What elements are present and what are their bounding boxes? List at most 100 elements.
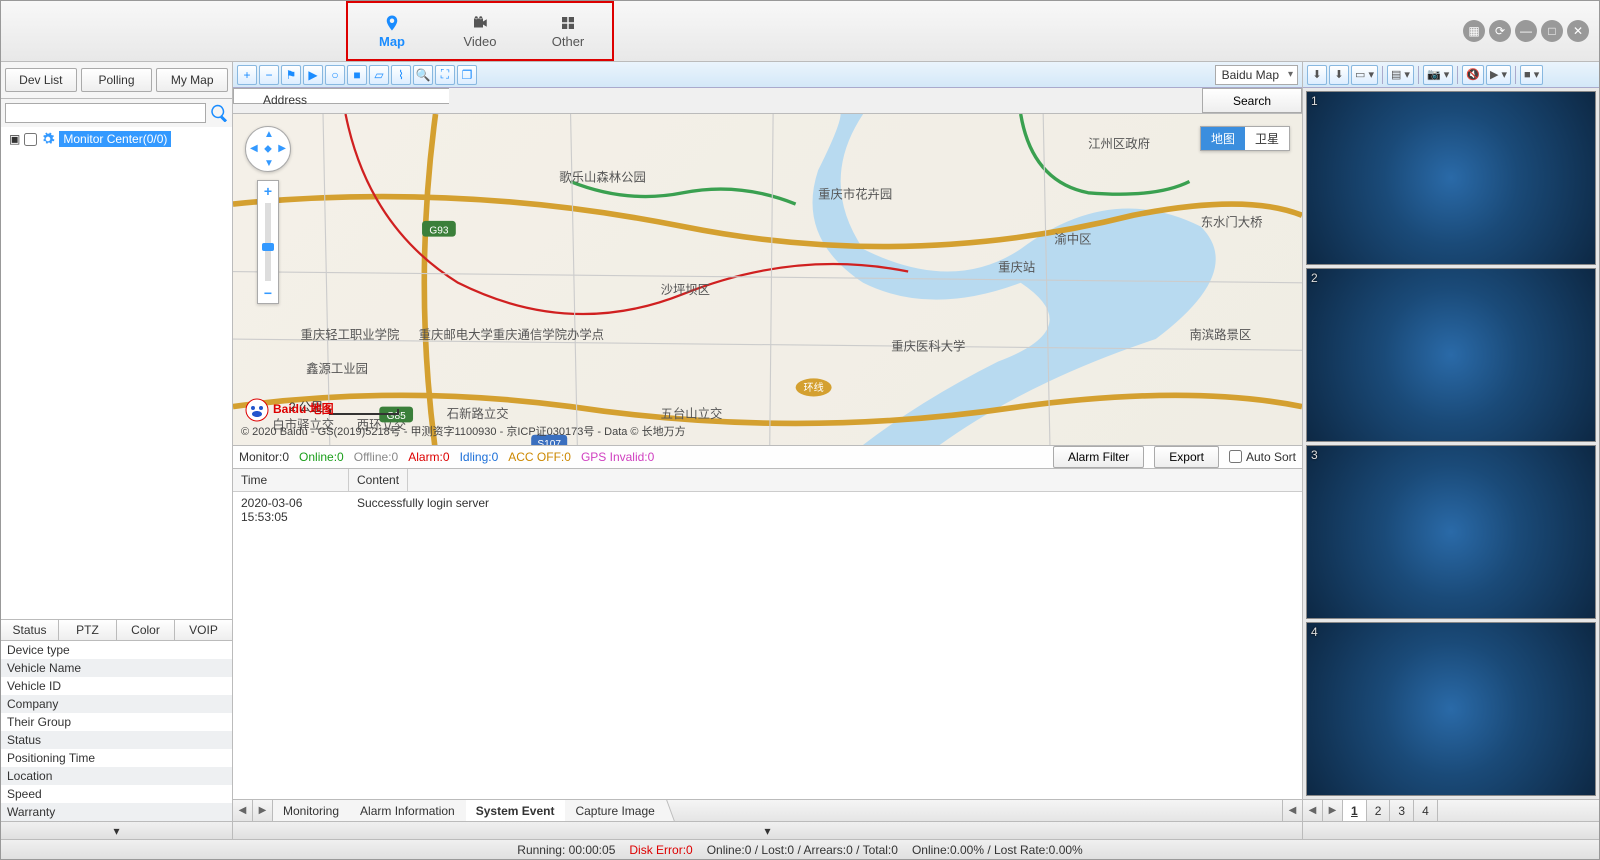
maximize-icon[interactable]: □	[1541, 20, 1563, 42]
bottom-tabs: ◀ ▶ Monitoring Alarm Information System …	[233, 799, 1302, 821]
map-type-switch: 地图 卫星	[1200, 126, 1290, 151]
proptab-voip[interactable]: VOIP	[175, 620, 232, 640]
video-cell-2[interactable]: 2	[1306, 268, 1596, 442]
status-rate: Online:0.00% / Lost Rate:0.00%	[912, 843, 1083, 857]
vid-down2-icon[interactable]: ⬇	[1329, 65, 1349, 85]
gear-icon	[41, 132, 55, 146]
search-button[interactable]: Search	[1202, 88, 1302, 113]
tool-polygon-icon[interactable]: ▱	[369, 65, 389, 85]
vid-camera-icon[interactable]: 📷 ▾	[1423, 65, 1453, 85]
vid-layout-icon[interactable]: ▤ ▾	[1387, 65, 1414, 85]
tab-system-event[interactable]: System Event	[466, 800, 566, 821]
device-tree[interactable]: ▣ Monitor Center(0/0)	[1, 127, 232, 619]
prop-row: Status	[1, 731, 232, 749]
tab-monitoring[interactable]: Monitoring	[273, 800, 350, 821]
tree-root-label: Monitor Center(0/0)	[59, 131, 171, 147]
tool-fullscreen-icon[interactable]: ⛶	[435, 65, 455, 85]
pan-up-icon[interactable]: ▲	[264, 129, 274, 140]
device-search-input[interactable]	[5, 103, 206, 123]
status-online-lost: Online:0 / Lost:0 / Arrears:0 / Total:0	[707, 843, 898, 857]
svg-text:南滨路景区: 南滨路景区	[1189, 327, 1251, 342]
vid-play-icon[interactable]: ▶ ▾	[1486, 65, 1511, 85]
vtabs-scroll-right-icon[interactable]: ▶	[1323, 800, 1343, 821]
tab-video[interactable]: Video	[436, 3, 524, 59]
tree-root-node[interactable]: ▣ Monitor Center(0/0)	[9, 131, 224, 147]
window-controls: ▦ ⟳ — □ ✕	[1463, 20, 1589, 42]
sync-icon[interactable]: ⟳	[1489, 20, 1511, 42]
col-content[interactable]: Content	[349, 469, 408, 491]
tool-play-icon[interactable]: ▶	[303, 65, 323, 85]
status-acc: ACC OFF:0	[508, 450, 571, 464]
prop-row: Vehicle Name	[1, 659, 232, 677]
proptab-ptz[interactable]: PTZ	[59, 620, 117, 640]
vid-down1-icon[interactable]: ⬇	[1307, 65, 1327, 85]
tab-devlist[interactable]: Dev List	[5, 68, 77, 92]
tab-other[interactable]: Other	[524, 3, 612, 59]
tab-map[interactable]: Map	[348, 3, 436, 59]
zoom-out-icon[interactable]: −	[258, 283, 278, 303]
table-row[interactable]: 2020-03-06 15:53:05 Successfully login s…	[233, 492, 1302, 528]
tabs-scroll-left2-icon[interactable]: ◀	[1282, 800, 1302, 821]
proptab-status[interactable]: Status	[1, 620, 59, 640]
tabs-scroll-right-icon[interactable]: ▶	[253, 800, 273, 821]
tree-expand-icon[interactable]: ▣	[9, 132, 20, 146]
map-canvas[interactable]: 九龙坡区 沙坪坝区 大渡口区 渝中区 石新路立交 西环立交 白市驿立交 五台山立…	[233, 114, 1302, 445]
zoom-slider[interactable]	[265, 203, 271, 281]
vid-stop-icon[interactable]: ■ ▾	[1520, 65, 1543, 85]
alarm-filter-button[interactable]: Alarm Filter	[1053, 446, 1144, 468]
map-svg: 九龙坡区 沙坪坝区 大渡口区 渝中区 石新路立交 西环立交 白市驿立交 五台山立…	[233, 114, 1302, 445]
tab-map-label: Map	[379, 34, 405, 49]
export-button[interactable]: Export	[1154, 446, 1219, 468]
auto-sort-checkbox[interactable]: Auto Sort	[1229, 450, 1296, 464]
left-collapse-icon[interactable]: ▾	[1, 821, 232, 839]
col-time[interactable]: Time	[233, 469, 349, 491]
map-pan-control[interactable]: ▲ ▼ ◀ ▶	[245, 126, 291, 172]
map-type-map[interactable]: 地图	[1201, 127, 1245, 150]
vtabs-scroll-left-icon[interactable]: ◀	[1303, 800, 1323, 821]
vid-screen-icon[interactable]: ▭ ▾	[1351, 65, 1378, 85]
prop-row: Positioning Time	[1, 749, 232, 767]
tool-line-icon[interactable]: ⌇	[391, 65, 411, 85]
tab-polling[interactable]: Polling	[81, 68, 153, 92]
vtab-1[interactable]: 1	[1343, 800, 1367, 821]
vtab-4[interactable]: 4	[1414, 800, 1438, 821]
prop-row: Warranty	[1, 803, 232, 821]
video-cell-4[interactable]: 4	[1306, 622, 1596, 796]
tool-window-icon[interactable]: ❐	[457, 65, 477, 85]
tool-remove-icon[interactable]: −	[259, 65, 279, 85]
tool-rect-icon[interactable]: ■	[347, 65, 367, 85]
proptab-color[interactable]: Color	[117, 620, 175, 640]
center-collapse-icon[interactable]: ▾	[233, 821, 1302, 839]
svg-text:五台山立交: 五台山立交	[661, 406, 723, 421]
tool-circle-icon[interactable]: ○	[325, 65, 345, 85]
tool-flag-icon[interactable]: ⚑	[281, 65, 301, 85]
vid-mute-icon[interactable]: 🔇	[1462, 65, 1484, 85]
zoom-in-icon[interactable]: +	[258, 181, 278, 201]
left-panel: Dev List Polling My Map ▣ Monitor Center…	[1, 62, 233, 839]
address-input[interactable]	[233, 88, 449, 104]
svg-text:重庆市花卉园: 重庆市花卉园	[818, 186, 892, 201]
map-zoom-control[interactable]: + −	[257, 180, 279, 304]
tab-alarm-info[interactable]: Alarm Information	[350, 800, 466, 821]
tool-add-icon[interactable]: +	[237, 65, 257, 85]
apps-icon[interactable]: ▦	[1463, 20, 1485, 42]
vtab-3[interactable]: 3	[1390, 800, 1414, 821]
minimize-icon[interactable]: —	[1515, 20, 1537, 42]
tab-mymap[interactable]: My Map	[156, 68, 228, 92]
pan-left-icon[interactable]: ◀	[250, 143, 258, 154]
video-camera-icon	[469, 14, 491, 32]
tree-root-checkbox[interactable]	[24, 133, 37, 146]
video-cell-3[interactable]: 3	[1306, 445, 1596, 619]
video-cell-1[interactable]: 1	[1306, 91, 1596, 265]
search-icon[interactable]	[210, 104, 228, 122]
svg-text:江州区政府: 江州区政府	[1088, 136, 1150, 151]
map-provider-select[interactable]: Baidu Map	[1215, 65, 1298, 85]
vtab-2[interactable]: 2	[1367, 800, 1391, 821]
tab-capture-image[interactable]: Capture Image	[565, 800, 665, 821]
pan-down-icon[interactable]: ▼	[264, 158, 274, 169]
close-icon[interactable]: ✕	[1567, 20, 1589, 42]
tabs-scroll-left-icon[interactable]: ◀	[233, 800, 253, 821]
pan-right-icon[interactable]: ▶	[278, 143, 286, 154]
map-type-satellite[interactable]: 卫星	[1245, 127, 1289, 150]
tool-zoom-icon[interactable]: 🔍	[413, 65, 433, 85]
